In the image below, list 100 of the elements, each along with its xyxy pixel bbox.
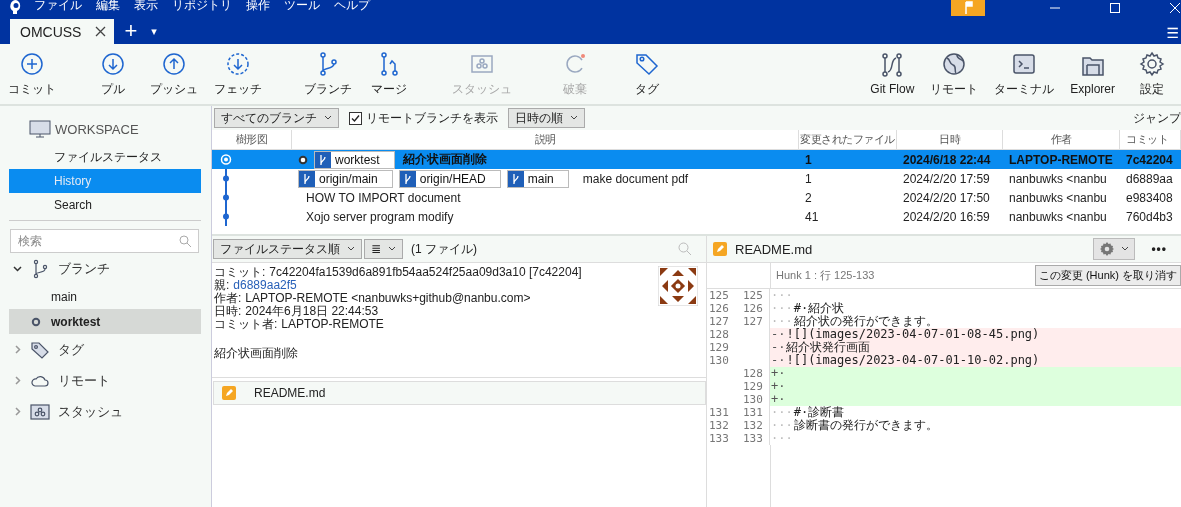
more-button[interactable]: •••	[1151, 242, 1167, 256]
commit-message: 紹介状画面削除	[214, 345, 299, 362]
line-number: 132	[737, 419, 770, 432]
settings-icon	[1139, 50, 1165, 77]
menu-item[interactable]: ファイル	[34, 0, 82, 11]
sort-dropdown[interactable]: ファイルステータス順	[213, 239, 362, 259]
jump-label: ジャンプ	[1133, 109, 1181, 127]
toolbar-button[interactable]: ターミナル	[990, 44, 1059, 104]
branch-label[interactable]: main	[506, 169, 569, 188]
repository-tab[interactable]: OMCUSS	[10, 19, 115, 44]
table-cell-text: 2024/2/20 16:59	[902, 209, 991, 224]
detail-label: コミット者:	[214, 318, 278, 331]
sidebar-item[interactable]: Search	[9, 193, 201, 217]
hunk-header: Hunk 1 : 行 125-133	[776, 268, 875, 283]
line-number: 125	[708, 289, 730, 302]
line-number: 133	[708, 432, 730, 445]
menu-item[interactable]: ツール	[284, 0, 320, 11]
caret-icon	[324, 115, 332, 121]
toolbar-button[interactable]: フェッチ	[210, 44, 266, 104]
discard-hunk-button[interactable]: この変更 (Hunk) を取り消す	[1034, 265, 1181, 286]
diff-file-name: README.md	[735, 241, 813, 257]
commit-row[interactable]: Xojo server program modify 41 2024/2/20 16:59 nanbuwks <nanbu 760d4b3	[212, 207, 1181, 226]
line-number: 131	[737, 406, 770, 419]
close-icon[interactable]	[95, 26, 107, 37]
toolbar-button[interactable]: コミット	[4, 44, 60, 104]
column-header[interactable]: 日時	[897, 130, 1003, 149]
line-number: 127	[708, 315, 730, 328]
commit-message: HOW TO IMPORT document	[306, 190, 461, 205]
search-field[interactable]: 検索	[16, 233, 179, 249]
branch-filter-dropdown[interactable]: すべてのブランチ	[214, 108, 339, 128]
table-cell-text: e983408	[1125, 190, 1174, 205]
toolbar-button[interactable]: 設定	[1127, 44, 1177, 104]
down-arrow-circle-icon	[100, 50, 126, 77]
dashed-down-arrow-circle-icon	[225, 50, 251, 77]
branch-icon	[507, 170, 524, 187]
column-header[interactable]: 樹形図	[212, 130, 292, 149]
parent-commit-link[interactable]: d6889aa2f5	[233, 279, 297, 292]
toolbar-button[interactable]: マージ	[364, 44, 414, 104]
toolbar-button[interactable]: Git Flow	[866, 44, 919, 104]
sidebar-section[interactable]: ブランチ	[9, 253, 201, 284]
line-number: 131	[708, 406, 730, 419]
commit-row[interactable]: HOW TO IMPORT document 2 2024/2/20 17:50 nanbuwks <nanbu e983408	[212, 188, 1181, 207]
branch-item[interactable]: main	[9, 284, 201, 309]
commit-row[interactable]: origin/main origin/HEAD main make document pdf 1 2024/2/20 17:59 nanbuwks <nanbu d6889aa	[212, 169, 1181, 188]
table-cell-text: nanbuwks <nanbu	[1008, 209, 1108, 224]
plus-circle-icon	[19, 50, 45, 77]
menu-item[interactable]: 編集	[96, 0, 120, 11]
line-number: 129	[708, 341, 730, 354]
sort-order-dropdown[interactable]: 日時の順	[508, 108, 585, 128]
branch-item[interactable]: worktest	[9, 309, 201, 334]
toolbar-button[interactable]: タグ	[622, 44, 672, 104]
code-line: ···診断書の発行ができます。	[770, 419, 939, 432]
table-cell-text: 760d4b3	[1125, 209, 1174, 224]
branch-icon	[315, 151, 331, 168]
up-arrow-circle-icon	[161, 50, 187, 77]
chevron-right-icon	[13, 376, 22, 385]
detail-value: 2024年6月18日 22:44:53	[245, 305, 379, 318]
column-header[interactable]: 説明	[292, 130, 799, 149]
menu-item[interactable]: 表示	[134, 0, 158, 11]
sidebar-section[interactable]: スタッシュ	[9, 396, 201, 427]
toolbar-button[interactable]: リモート	[926, 44, 983, 104]
settings-dropdown[interactable]	[1093, 238, 1136, 260]
branch-icon	[399, 170, 416, 187]
toolbar-button[interactable]: プッシュ	[146, 44, 202, 104]
maximize-icon[interactable]	[1109, 2, 1121, 14]
branch-label[interactable]: worktest	[314, 150, 395, 169]
tab-list-button[interactable]: ▾	[151, 18, 157, 44]
line-number: 133	[737, 432, 770, 445]
caret-icon	[570, 115, 578, 121]
search-box[interactable]: 検索	[10, 229, 199, 253]
line-number: 126	[708, 302, 730, 315]
menu-item[interactable]: リポジトリ	[172, 0, 232, 11]
sidebar-section[interactable]: リモート	[9, 365, 201, 396]
table-cell-text: nanbuwks <nanbu	[1008, 171, 1108, 186]
toolbar-button[interactable]: プル	[88, 44, 138, 104]
toolbar-button[interactable]: Explorer	[1066, 44, 1119, 104]
new-tab-button[interactable]: +	[124, 18, 138, 44]
view-mode-dropdown[interactable]: ≣	[364, 239, 404, 259]
chevron-down-icon	[13, 264, 22, 273]
file-row[interactable]: README.md	[213, 381, 706, 405]
menu-button[interactable]: ☰	[1166, 22, 1179, 44]
sidebar-item[interactable]: ファイルステータス	[9, 145, 201, 169]
column-header[interactable]: コミット	[1120, 130, 1181, 149]
menu-item[interactable]: 操作	[246, 0, 270, 11]
branch-label[interactable]: origin/HEAD	[398, 169, 501, 188]
checkbox-icon[interactable]	[349, 111, 362, 125]
search-icon	[179, 234, 192, 248]
detail-label: コミット:	[214, 266, 266, 279]
code-line: ···	[770, 432, 794, 445]
column-header[interactable]: 作者	[1003, 130, 1120, 149]
table-cell-text: 2	[804, 190, 813, 205]
sidebar-section[interactable]: タグ	[9, 334, 201, 365]
detail-label: 日時:	[214, 305, 242, 318]
show-remote-checkbox[interactable]: リモートブランチを表示	[349, 109, 498, 127]
toolbar-button[interactable]: ブランチ	[300, 44, 356, 104]
branch-label[interactable]: origin/main	[298, 169, 393, 188]
caret-icon	[388, 246, 397, 252]
column-header[interactable]: 変更されたファイル	[799, 130, 897, 149]
code-line: ···#·診断書	[770, 406, 846, 419]
commit-row[interactable]: worktest 紹介状画面削除 1 2024/6/18 22:44 LAPTOP-REMOTE 7c42204	[212, 150, 1181, 169]
